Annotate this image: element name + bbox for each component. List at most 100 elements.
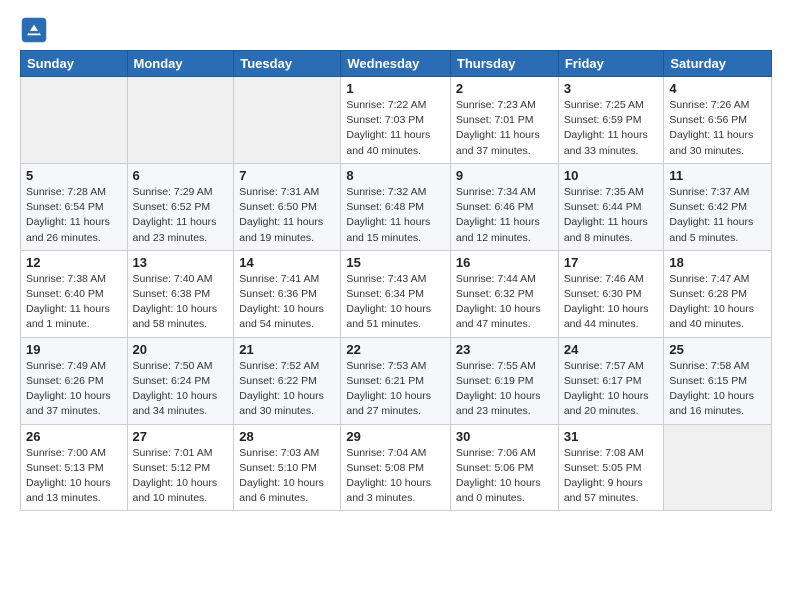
day-number: 27 bbox=[133, 429, 229, 444]
calendar-cell: 29 Sunrise: 7:04 AM Sunset: 5:08 PM Dayli… bbox=[341, 424, 451, 511]
day-info: Sunrise: 7:23 AM Sunset: 7:01 PM Dayligh… bbox=[456, 98, 553, 159]
calendar-cell: 21 Sunrise: 7:52 AM Sunset: 6:22 PM Dayli… bbox=[234, 337, 341, 424]
calendar-cell: 18 Sunrise: 7:47 AM Sunset: 6:28 PM Dayli… bbox=[664, 250, 772, 337]
calendar-cell: 16 Sunrise: 7:44 AM Sunset: 6:32 PM Dayli… bbox=[450, 250, 558, 337]
day-number: 23 bbox=[456, 342, 553, 357]
week-row-4: 19Sunrise: 7:49 AM Sunset: 6:26 PM Dayli… bbox=[21, 337, 772, 424]
page: SundayMondayTuesdayWednesdayThursdayFrid… bbox=[0, 0, 792, 527]
week-row-5: 26 Sunrise: 7:00 AM Sunset: 5:13 PM Dayli… bbox=[21, 424, 772, 511]
calendar-cell: 4 Sunrise: 7:26 AM Sunset: 6:56 PM Daylig… bbox=[664, 77, 772, 164]
day-info: Sunrise: 7:46 AM Sunset: 6:30 PM Dayligh… bbox=[564, 272, 659, 333]
day-number: 21 bbox=[239, 342, 335, 357]
day-info: Sunrise: 7:38 AM Sunset: 6:40 PM Dayligh… bbox=[26, 272, 122, 333]
day-info: Sunrise: 7:08 AM Sunset: 5:05 PM Dayligh… bbox=[564, 446, 659, 507]
day-number: 24 bbox=[564, 342, 659, 357]
header bbox=[20, 16, 772, 44]
day-number: 13 bbox=[133, 255, 229, 270]
day-info: Sunrise: 7:35 AM Sunset: 6:44 PM Dayligh… bbox=[564, 185, 659, 246]
calendar-cell: 26 Sunrise: 7:00 AM Sunset: 5:13 PM Dayli… bbox=[21, 424, 128, 511]
day-info: Sunrise: 7:52 AM Sunset: 6:22 PM Dayligh… bbox=[239, 359, 335, 420]
day-number: 14 bbox=[239, 255, 335, 270]
week-row-2: 5Sunrise: 7:28 AM Sunset: 6:54 PM Daylig… bbox=[21, 163, 772, 250]
day-number: 10 bbox=[564, 168, 659, 183]
day-info: Sunrise: 7:50 AM Sunset: 6:24 PM Dayligh… bbox=[133, 359, 229, 420]
day-number: 16 bbox=[456, 255, 553, 270]
calendar-cell: 31Sunrise: 7:08 AM Sunset: 5:05 PM Dayli… bbox=[558, 424, 664, 511]
calendar-cell: 24 Sunrise: 7:57 AM Sunset: 6:17 PM Dayli… bbox=[558, 337, 664, 424]
calendar-cell: 30 Sunrise: 7:06 AM Sunset: 5:06 PM Dayli… bbox=[450, 424, 558, 511]
calendar-cell: 1 Sunrise: 7:22 AM Sunset: 7:03 PM Daylig… bbox=[341, 77, 451, 164]
calendar-cell: 5Sunrise: 7:28 AM Sunset: 6:54 PM Daylig… bbox=[21, 163, 128, 250]
day-number: 7 bbox=[239, 168, 335, 183]
day-info: Sunrise: 7:58 AM Sunset: 6:15 PM Dayligh… bbox=[669, 359, 766, 420]
week-row-3: 12Sunrise: 7:38 AM Sunset: 6:40 PM Dayli… bbox=[21, 250, 772, 337]
day-number: 19 bbox=[26, 342, 122, 357]
weekday-header-friday: Friday bbox=[558, 51, 664, 77]
day-number: 25 bbox=[669, 342, 766, 357]
calendar-cell: 20 Sunrise: 7:50 AM Sunset: 6:24 PM Dayli… bbox=[127, 337, 234, 424]
day-info: Sunrise: 7:37 AM Sunset: 6:42 PM Dayligh… bbox=[669, 185, 766, 246]
calendar-cell: 11Sunrise: 7:37 AM Sunset: 6:42 PM Dayli… bbox=[664, 163, 772, 250]
logo bbox=[20, 16, 52, 44]
day-info: Sunrise: 7:47 AM Sunset: 6:28 PM Dayligh… bbox=[669, 272, 766, 333]
calendar-cell: 19Sunrise: 7:49 AM Sunset: 6:26 PM Dayli… bbox=[21, 337, 128, 424]
day-number: 1 bbox=[346, 81, 445, 96]
day-number: 28 bbox=[239, 429, 335, 444]
calendar-cell bbox=[127, 77, 234, 164]
day-info: Sunrise: 7:06 AM Sunset: 5:06 PM Dayligh… bbox=[456, 446, 553, 507]
day-number: 15 bbox=[346, 255, 445, 270]
calendar-cell: 12Sunrise: 7:38 AM Sunset: 6:40 PM Dayli… bbox=[21, 250, 128, 337]
day-info: Sunrise: 7:22 AM Sunset: 7:03 PM Dayligh… bbox=[346, 98, 445, 159]
day-number: 4 bbox=[669, 81, 766, 96]
day-info: Sunrise: 7:00 AM Sunset: 5:13 PM Dayligh… bbox=[26, 446, 122, 507]
day-info: Sunrise: 7:57 AM Sunset: 6:17 PM Dayligh… bbox=[564, 359, 659, 420]
day-number: 18 bbox=[669, 255, 766, 270]
day-number: 3 bbox=[564, 81, 659, 96]
calendar-cell: 25 Sunrise: 7:58 AM Sunset: 6:15 PM Dayli… bbox=[664, 337, 772, 424]
day-number: 9 bbox=[456, 168, 553, 183]
calendar-cell: 3 Sunrise: 7:25 AM Sunset: 6:59 PM Daylig… bbox=[558, 77, 664, 164]
week-row-1: 1 Sunrise: 7:22 AM Sunset: 7:03 PM Daylig… bbox=[21, 77, 772, 164]
calendar-cell: 8 Sunrise: 7:32 AM Sunset: 6:48 PM Daylig… bbox=[341, 163, 451, 250]
day-number: 26 bbox=[26, 429, 122, 444]
day-info: Sunrise: 7:44 AM Sunset: 6:32 PM Dayligh… bbox=[456, 272, 553, 333]
day-number: 5 bbox=[26, 168, 122, 183]
day-info: Sunrise: 7:04 AM Sunset: 5:08 PM Dayligh… bbox=[346, 446, 445, 507]
weekday-header-row: SundayMondayTuesdayWednesdayThursdayFrid… bbox=[21, 51, 772, 77]
calendar-cell: 22 Sunrise: 7:53 AM Sunset: 6:21 PM Dayli… bbox=[341, 337, 451, 424]
weekday-header-saturday: Saturday bbox=[664, 51, 772, 77]
weekday-header-monday: Monday bbox=[127, 51, 234, 77]
calendar-cell: 14Sunrise: 7:41 AM Sunset: 6:36 PM Dayli… bbox=[234, 250, 341, 337]
day-info: Sunrise: 7:53 AM Sunset: 6:21 PM Dayligh… bbox=[346, 359, 445, 420]
calendar-cell: 6 Sunrise: 7:29 AM Sunset: 6:52 PM Daylig… bbox=[127, 163, 234, 250]
weekday-header-sunday: Sunday bbox=[21, 51, 128, 77]
calendar-cell bbox=[234, 77, 341, 164]
weekday-header-wednesday: Wednesday bbox=[341, 51, 451, 77]
day-info: Sunrise: 7:25 AM Sunset: 6:59 PM Dayligh… bbox=[564, 98, 659, 159]
calendar-cell: 10 Sunrise: 7:35 AM Sunset: 6:44 PM Dayli… bbox=[558, 163, 664, 250]
day-number: 6 bbox=[133, 168, 229, 183]
day-number: 20 bbox=[133, 342, 229, 357]
day-number: 22 bbox=[346, 342, 445, 357]
calendar-cell: 27Sunrise: 7:01 AM Sunset: 5:12 PM Dayli… bbox=[127, 424, 234, 511]
day-info: Sunrise: 7:55 AM Sunset: 6:19 PM Dayligh… bbox=[456, 359, 553, 420]
day-info: Sunrise: 7:29 AM Sunset: 6:52 PM Dayligh… bbox=[133, 185, 229, 246]
calendar-cell: 17 Sunrise: 7:46 AM Sunset: 6:30 PM Dayli… bbox=[558, 250, 664, 337]
calendar-cell: 15 Sunrise: 7:43 AM Sunset: 6:34 PM Dayli… bbox=[341, 250, 451, 337]
day-info: Sunrise: 7:26 AM Sunset: 6:56 PM Dayligh… bbox=[669, 98, 766, 159]
day-info: Sunrise: 7:34 AM Sunset: 6:46 PM Dayligh… bbox=[456, 185, 553, 246]
day-number: 8 bbox=[346, 168, 445, 183]
day-number: 17 bbox=[564, 255, 659, 270]
weekday-header-thursday: Thursday bbox=[450, 51, 558, 77]
calendar-cell: 7 Sunrise: 7:31 AM Sunset: 6:50 PM Daylig… bbox=[234, 163, 341, 250]
calendar-cell: 9 Sunrise: 7:34 AM Sunset: 6:46 PM Daylig… bbox=[450, 163, 558, 250]
day-info: Sunrise: 7:31 AM Sunset: 6:50 PM Dayligh… bbox=[239, 185, 335, 246]
calendar-cell: 28Sunrise: 7:03 AM Sunset: 5:10 PM Dayli… bbox=[234, 424, 341, 511]
day-number: 2 bbox=[456, 81, 553, 96]
day-info: Sunrise: 7:32 AM Sunset: 6:48 PM Dayligh… bbox=[346, 185, 445, 246]
day-number: 29 bbox=[346, 429, 445, 444]
calendar-cell: 2 Sunrise: 7:23 AM Sunset: 7:01 PM Daylig… bbox=[450, 77, 558, 164]
day-number: 30 bbox=[456, 429, 553, 444]
calendar-cell: 23 Sunrise: 7:55 AM Sunset: 6:19 PM Dayli… bbox=[450, 337, 558, 424]
day-info: Sunrise: 7:43 AM Sunset: 6:34 PM Dayligh… bbox=[346, 272, 445, 333]
